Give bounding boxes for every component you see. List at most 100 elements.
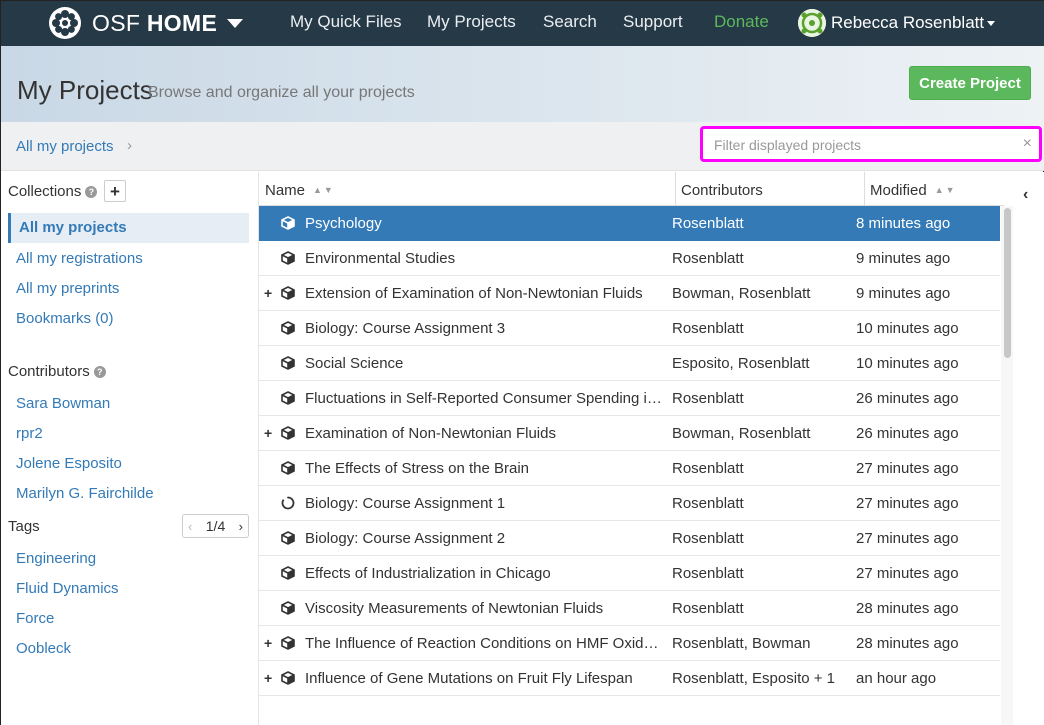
project-contributors: Rosenblatt, Esposito + 1	[672, 670, 836, 687]
table-row[interactable]: Biology: Course Assignment 2 Rosenblatt 27…	[259, 521, 1000, 556]
add-collection-button[interactable]: +	[104, 180, 126, 202]
table-row[interactable]: Biology: Course Assignment 3 Rosenblatt 10…	[259, 311, 1000, 346]
caret-down-icon	[227, 18, 244, 28]
sidebar-contributor-jolene-esposito[interactable]: Jolene Esposito	[16, 455, 122, 472]
chevron-right-icon[interactable]: ›	[239, 519, 243, 534]
filter-box: ×	[700, 126, 1042, 162]
expand-icon[interactable]: +	[264, 635, 272, 651]
table-row[interactable]: Effects of Industrialization in Chicago R…	[259, 556, 1000, 591]
help-icon[interactable]: ?	[85, 185, 98, 198]
sidebar-contributor-rpr2[interactable]: rpr2	[16, 425, 43, 442]
help-icon[interactable]: ?	[93, 365, 106, 378]
project-icon	[281, 531, 295, 545]
sidebar-tag-oobleck[interactable]: Oobleck	[16, 640, 71, 657]
sidebar-tag-engineering[interactable]: Engineering	[16, 550, 96, 567]
project-name: Biology: Course Assignment 2	[305, 530, 506, 547]
table-row[interactable]: Viscosity Measurements of Newtonian Flui…	[259, 591, 1000, 626]
nav-my-quick-files[interactable]: My Quick Files	[290, 12, 401, 32]
project-contributors: Bowman, Rosenblatt	[672, 425, 811, 442]
chevron-left-icon[interactable]: ‹	[188, 519, 192, 534]
sort-icon[interactable]: ▲▼	[313, 182, 335, 195]
table-row[interactable]: + Extension of Examination of Non-Newtoni…	[259, 276, 1000, 311]
filter-input[interactable]	[714, 135, 1014, 155]
chevron-right-icon: ›	[127, 137, 132, 154]
project-modified: 26 minutes ago	[856, 425, 959, 442]
osf-home-menu[interactable]: OSF HOME	[48, 6, 244, 40]
table-row[interactable]: + Examination of Non-Newtonian Fluids Bowm…	[259, 416, 1000, 451]
project-name: The Effects of Stress on the Brain	[305, 460, 530, 477]
page-title: My Projects	[17, 75, 153, 105]
chevron-left-icon[interactable]: ‹	[1023, 186, 1028, 204]
column-header-contributors[interactable]: Contributors	[675, 172, 763, 206]
table-row[interactable]: Fluctuations in Self-Reported Consumer S…	[259, 381, 1000, 416]
table-row[interactable]: The Effects of Stress on the Brain Rosenb…	[259, 451, 1000, 486]
project-modified: 26 minutes ago	[856, 390, 959, 407]
project-modified: 27 minutes ago	[856, 495, 959, 512]
project-icon	[281, 636, 295, 650]
project-name: Examination of Non-Newtonian Fluids	[305, 425, 556, 442]
collections-heading: Collections ?	[8, 183, 98, 200]
project-modified: 28 minutes ago	[856, 635, 959, 652]
project-icon	[281, 251, 295, 265]
page-subtitle: Browse and organize all your projects	[148, 84, 415, 101]
project-name: The Influence of Reaction Conditions on …	[305, 635, 665, 652]
contributors-heading: Contributors ?	[8, 363, 106, 380]
sidebar-contributor-marilyn-fairchilde[interactable]: Marilyn G. Fairchilde	[16, 485, 154, 502]
user-menu[interactable]: Rebecca Rosenblatt	[798, 9, 996, 37]
expand-icon[interactable]: +	[264, 425, 272, 441]
column-header-modified[interactable]: Modified ▲▼	[864, 172, 957, 206]
nav-support[interactable]: Support	[623, 12, 683, 32]
project-contributors: Rosenblatt	[672, 390, 744, 407]
column-label-contributors: Contributors	[681, 182, 763, 199]
sidebar-item-all-my-preprints[interactable]: All my preprints	[16, 280, 119, 297]
project-name: Social Science	[305, 355, 404, 372]
top-navbar: OSF HOME My Quick Files My Projects Sear…	[1, 1, 1044, 46]
nav-search[interactable]: Search	[543, 12, 597, 32]
sidebar-tag-fluid-dynamics[interactable]: Fluid Dynamics	[16, 580, 119, 597]
project-contributors: Rosenblatt, Bowman	[672, 635, 811, 652]
project-contributors: Rosenblatt	[672, 215, 744, 232]
sidebar-item-bookmarks[interactable]: Bookmarks (0)	[16, 310, 114, 327]
project-modified: 9 minutes ago	[856, 250, 951, 267]
nav-my-projects[interactable]: My Projects	[427, 12, 516, 32]
breadcrumb-bar: All my projects › ×	[1, 122, 1044, 171]
caret-down-icon	[987, 20, 996, 26]
column-label-name: Name	[265, 182, 306, 199]
project-modified: 27 minutes ago	[856, 460, 959, 477]
table-row[interactable]: + The Influence of Reaction Conditions on…	[259, 626, 1000, 661]
contributors-label: Contributors	[8, 363, 90, 380]
sort-icon[interactable]: ▲▼	[935, 182, 957, 195]
table-row[interactable]: + Influence of Gene Mutations on Fruit Fl…	[259, 661, 1000, 696]
sidebar: Collections ? + All my projects All my r…	[1, 172, 259, 725]
project-modified: 10 minutes ago	[856, 320, 959, 337]
osf-logo-icon	[49, 7, 81, 39]
project-contributors: Rosenblatt	[672, 495, 744, 512]
table-row[interactable]: Biology: Course Assignment 1 Rosenblatt 27…	[259, 486, 1000, 521]
sidebar-contributor-sara-bowman[interactable]: Sara Bowman	[16, 395, 110, 412]
expand-icon[interactable]: +	[264, 285, 272, 301]
project-icon	[281, 356, 295, 370]
table-row[interactable]: Psychology Rosenblatt 8 minutes ago	[259, 206, 1000, 241]
projects-table: Name ▲▼ Contributors Modified ▲▼ ‹ Psych…	[259, 172, 1044, 725]
table-row[interactable]: Social Science Esposito, Rosenblatt 10 min…	[259, 346, 1000, 381]
close-icon[interactable]: ×	[1023, 135, 1032, 153]
breadcrumb[interactable]: All my projects	[16, 138, 114, 155]
scrollbar[interactable]	[1004, 208, 1011, 358]
project-icon	[281, 321, 295, 335]
brand-prefix: OSF	[92, 9, 141, 36]
column-header-name[interactable]: Name ▲▼	[259, 172, 335, 206]
create-project-button[interactable]: Create Project	[909, 66, 1031, 100]
project-modified: 9 minutes ago	[856, 285, 951, 302]
sidebar-item-all-my-projects[interactable]: All my projects	[8, 213, 249, 243]
expand-icon[interactable]: +	[264, 670, 272, 686]
project-icon	[281, 671, 295, 685]
nav-donate[interactable]: Donate	[714, 12, 769, 32]
sidebar-tag-force[interactable]: Force	[16, 610, 54, 627]
project-icon	[281, 391, 295, 405]
avatar	[798, 9, 826, 37]
table-row[interactable]: Environmental Studies Rosenblatt 9 minutes…	[259, 241, 1000, 276]
project-name: Effects of Industrialization in Chicago	[305, 565, 551, 582]
project-modified: 10 minutes ago	[856, 355, 959, 372]
sidebar-item-all-my-registrations[interactable]: All my registrations	[16, 250, 143, 267]
project-modified: 8 minutes ago	[856, 215, 951, 232]
